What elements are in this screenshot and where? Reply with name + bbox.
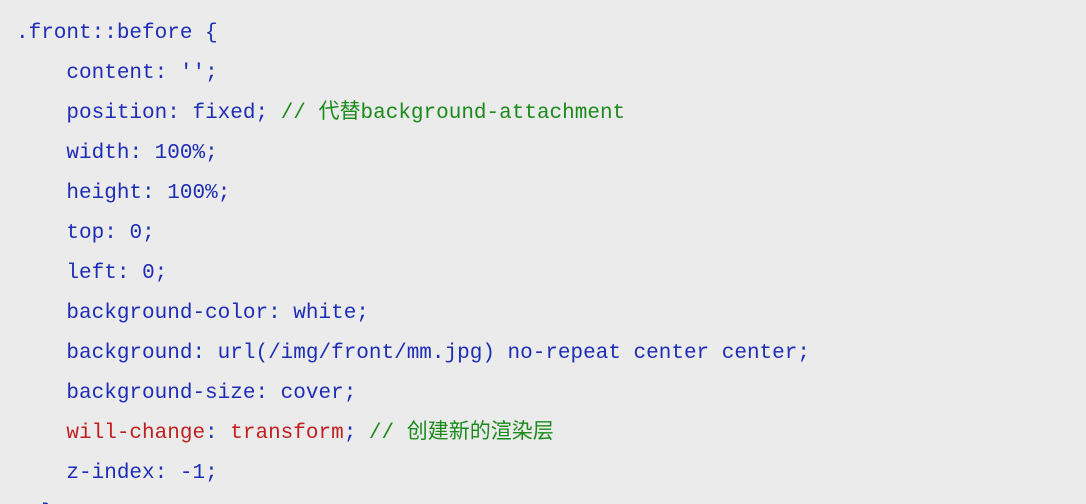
prop: width [66, 142, 129, 165]
value: 100% [155, 142, 205, 165]
prop: will-change [66, 422, 205, 445]
comment: // 代替background-attachment [281, 102, 625, 125]
value: 100% [167, 182, 217, 205]
code-block: .front::before { content: ''; position: … [0, 0, 1086, 504]
value: cover [281, 382, 344, 405]
value: 0 [142, 262, 155, 285]
open-brace: { [205, 22, 218, 45]
value: -1 [180, 462, 205, 485]
value: '' [180, 62, 205, 85]
prop: background-size [66, 382, 255, 405]
prop: position [66, 102, 167, 125]
value: 0 [129, 222, 142, 245]
value: white [293, 302, 356, 325]
prop: height [66, 182, 142, 205]
value: url(/img/front/mm.jpg) no-repeat center … [218, 342, 798, 365]
prop: top [66, 222, 104, 245]
prop: background-color [66, 302, 268, 325]
value: fixed [192, 102, 255, 125]
selector: .front::before [16, 22, 192, 45]
prop: left [66, 262, 116, 285]
prop: content [66, 62, 154, 85]
value: transform [230, 422, 343, 445]
prop: z-index [66, 462, 154, 485]
comment: // 创建新的渲染层 [369, 422, 554, 445]
prop: background [66, 342, 192, 365]
